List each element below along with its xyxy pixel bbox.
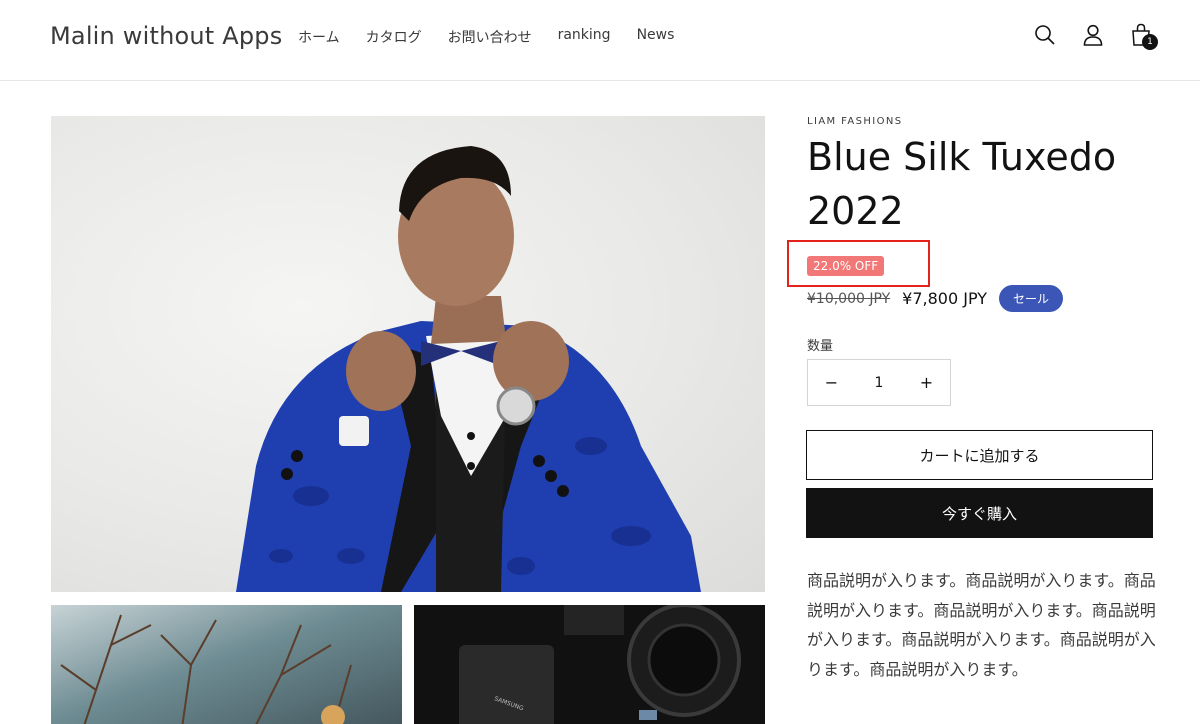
product-description: 商品説明が入ります。商品説明が入ります。商品説明が入ります。商品説明が入ります。… xyxy=(807,571,1156,679)
quantity-increase-button[interactable]: + xyxy=(903,373,950,392)
nav-home[interactable]: ホーム xyxy=(298,27,340,47)
header-icons: 1 xyxy=(1034,22,1158,50)
quantity-decrease-button[interactable]: − xyxy=(808,373,855,392)
product-thumbnail-1[interactable] xyxy=(51,605,402,724)
add-to-cart-button[interactable]: カートに追加する xyxy=(806,430,1153,480)
buy-now-button[interactable]: 今すぐ購入 xyxy=(806,488,1153,538)
quantity-label: 数量 xyxy=(807,339,834,354)
camera-gear-photo: SAMSUNG xyxy=(459,605,741,724)
nav-catalog[interactable]: カタログ xyxy=(366,27,422,47)
account-icon[interactable] xyxy=(1082,22,1104,48)
quantity-stepper: − 1 + xyxy=(807,359,951,406)
nav-news[interactable]: News xyxy=(637,27,675,47)
nav-contact[interactable]: お問い合わせ xyxy=(448,27,532,47)
cart-icon[interactable]: 1 xyxy=(1130,22,1158,50)
main-nav: ホーム カタログ お問い合わせ ranking News xyxy=(298,27,700,47)
search-icon[interactable] xyxy=(1034,22,1056,48)
discount-badge: 22.0% OFF xyxy=(807,256,885,276)
product-vendor: LIAM FASHIONS xyxy=(807,116,903,127)
price-row: ¥10,000 JPY ¥7,800 JPY セール xyxy=(807,285,1064,312)
cart-count-badge: 1 xyxy=(1142,34,1158,50)
sale-badge: セール xyxy=(999,285,1064,312)
quantity-input[interactable]: 1 xyxy=(856,375,903,391)
sale-price: ¥7,800 JPY xyxy=(902,289,988,308)
compare-at-price: ¥10,000 JPY xyxy=(807,290,891,307)
product-title: Blue Silk Tuxedo 2022 xyxy=(807,135,1117,233)
product-thumbnail-2[interactable]: SAMSUNG xyxy=(414,605,765,724)
tuxedo-model-illustration xyxy=(236,146,701,592)
site-header: Malin without Apps ホーム カタログ お問い合わせ ranki… xyxy=(0,0,1200,81)
site-logo[interactable]: Malin without Apps xyxy=(50,22,282,50)
nav-ranking[interactable]: ranking xyxy=(558,27,611,47)
product-main-image[interactable] xyxy=(51,116,765,592)
branches-photo xyxy=(60,614,352,724)
